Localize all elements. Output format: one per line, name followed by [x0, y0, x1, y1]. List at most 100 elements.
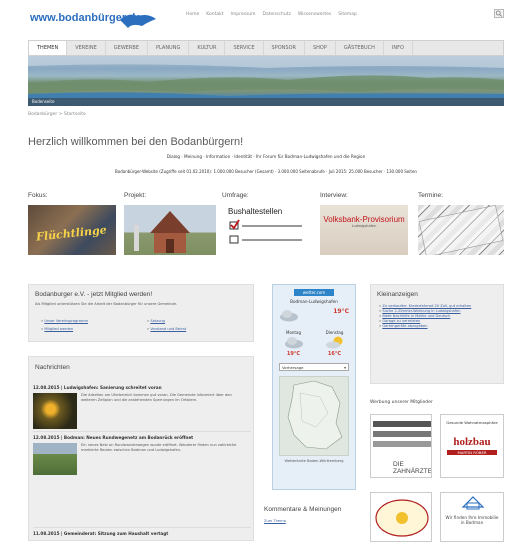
topnav-kontakt[interactable]: Kontakt [206, 12, 223, 17]
news-item-head[interactable]: 11.08.2015 | Gemeinderat: Sitzung zum Ha… [33, 531, 251, 536]
banner-caption-bar: Bodenseite [28, 98, 504, 106]
membership-link-program-text[interactable]: Unser Vereinsprogramm [44, 319, 88, 323]
news-item-head[interactable]: 12.08.2015 | Bodman: Neues Rundwegenetz … [33, 435, 251, 440]
news-item[interactable]: 12.08.2015 | Ludwigshafen: Sanierung sch… [33, 385, 251, 429]
forecast-day-temp: 16°C [327, 351, 342, 357]
feature-umfrage[interactable]: Umfrage: Bushaltestellen [222, 192, 314, 255]
feature-projekt-image [124, 205, 216, 255]
membership-link-board-text[interactable]: Vorstand und Beirat [150, 327, 186, 331]
topnav-wissenswertes[interactable]: Wissenswertes [298, 12, 331, 17]
comments-section: Kommentare & Meinungen Zum Thema [264, 506, 360, 524]
nav-themen[interactable]: THEMEN [29, 41, 68, 55]
classified-item[interactable]: » Gartengeräte abzugeben [379, 324, 497, 329]
topnav-impressum[interactable]: Impressum [231, 12, 256, 17]
membership-link-program[interactable]: » Unser Vereinsprogramm [41, 319, 88, 324]
news-item[interactable]: 11.08.2015 | Gemeinderat: Sitzung zum Ha… [33, 531, 251, 536]
topnav-datenschutz[interactable]: Datenschutz [263, 12, 291, 17]
banner-caption: Bodenseite [32, 99, 55, 104]
house-logo-icon [461, 496, 485, 510]
sponsor-ad-holzbau-sub: MARTIN RÖBER [447, 449, 497, 455]
site-logo[interactable]: www.bodanbürger.de [30, 12, 160, 34]
feature-fokus-label: Fokus: [28, 192, 48, 199]
sponsor-ad-holzbau-logo: holzbau [453, 435, 491, 448]
feature-umfrage-image: Bushaltestellen [222, 205, 314, 255]
sponsor-ad-immobilien-text: Wir finden Ihre Immobilie in Bodman [445, 515, 499, 525]
sponsor-ad-zahnaerzte[interactable]: DIE ZAHNÄRZTE [370, 414, 432, 478]
feature-termine-label: Termine: [418, 192, 443, 199]
top-navigation: Home Kontakt Impressum Datenschutz Wisse… [186, 12, 357, 17]
nav-kultur[interactable]: KULTUR [189, 41, 226, 55]
comments-first-link[interactable]: Zum Thema [264, 519, 360, 524]
topnav-home[interactable]: Home [186, 12, 199, 17]
topnav-sitemap[interactable]: Sitemap [338, 12, 357, 17]
membership-link-board[interactable]: » Vorstand und Beirat [147, 327, 186, 332]
cloud-icon [284, 337, 303, 349]
checkbox-illustration [229, 219, 302, 244]
feature-umfrage-image-text: Bushaltestellen [228, 207, 283, 216]
weather-logo[interactable]: wetter.com [294, 289, 334, 296]
calendar-icon [418, 205, 504, 255]
sun-cloud-icon [325, 336, 342, 349]
lake-logo-icon [120, 14, 156, 28]
chevron-down-icon: ▾ [344, 365, 346, 370]
feature-interview-image-text: Volksbank-Provisorium [323, 215, 405, 224]
news-item-image [33, 393, 77, 429]
stats-line: Bodanbürger-Website (Zugriffe seit 01.02… [115, 169, 417, 174]
feature-interview[interactable]: Interview: Volksbank-Provisorium Ludwigs… [320, 192, 412, 255]
nav-info[interactable]: INFO [384, 41, 413, 55]
feature-interview-image: Volksbank-Provisorium Ludwigshafen [320, 205, 408, 255]
feature-projekt[interactable]: Projekt: [124, 192, 216, 255]
weather-select[interactable]: Vorhersage ▾ [279, 363, 349, 371]
nav-planung[interactable]: PLANUNG [148, 41, 190, 55]
news-divider [33, 527, 251, 528]
search-button[interactable] [494, 9, 504, 18]
region-map-icon [287, 380, 343, 450]
news-item-body: Die Arbeiten am Uferbereich kommen gut v… [81, 393, 232, 402]
nav-service[interactable]: SERVICE [225, 41, 264, 55]
main-navigation: THEMEN VEREINE GEWERBE PLANUNG KULTUR SE… [28, 40, 504, 56]
feature-fokus-image-text: Flüchtlinge [35, 223, 108, 244]
classifieds-box: Kleinanzeigen » Zu verkaufen: Kinderfahr… [370, 284, 504, 384]
forecast-day: Montag 19°C [284, 330, 304, 357]
chapel-illustration [134, 211, 190, 253]
intro-links-line[interactable]: Dialog · Meinung · Information · Identit… [28, 154, 504, 159]
feature-fokus-image: Flüchtlinge [28, 205, 116, 255]
sponsor-ad-immobilien[interactable]: Wir finden Ihre Immobilie in Bodman [440, 492, 504, 542]
news-item-image [33, 443, 77, 475]
sponsor-ad-holzbau[interactable]: Gesunde Wohnatmosphäre holzbau MARTIN RÖ… [440, 414, 504, 478]
nav-gaestebuch[interactable]: GÄSTEBUCH [336, 41, 384, 55]
nav-gewerbe[interactable]: GEWERBE [106, 41, 148, 55]
nav-shop[interactable]: SHOP [305, 41, 336, 55]
nav-vereine[interactable]: VEREINE [67, 41, 106, 55]
feature-umfrage-label: Umfrage: [222, 192, 249, 199]
weather-map-caption: Wetterkarte Baden-Württemberg [284, 459, 344, 463]
sponsors-title: Werbung unserer Mitglieder [370, 400, 433, 405]
sponsor-ad-apotheke[interactable] [370, 492, 432, 542]
stripes-logo-icon [373, 421, 431, 447]
membership-link-statute-text[interactable]: Satzung [150, 319, 165, 323]
news-item-head[interactable]: 12.08.2015 | Ludwigshafen: Sanierung sch… [33, 385, 251, 390]
membership-link-join-text[interactable]: Mitglied werden [44, 327, 73, 331]
weather-widget: wetter.com Bodman-Ludwigshafen 19°C Mont… [272, 284, 356, 490]
membership-link-join[interactable]: » Mitglied werden [41, 327, 73, 332]
breadcrumb: Bodanbürger > Startseite [28, 112, 86, 117]
search-icon [495, 10, 503, 17]
nav-sponsor[interactable]: SPONSOR [264, 41, 305, 55]
membership-intro: Als Mitglied unterstützen Sie die Arbeit… [35, 302, 178, 306]
membership-title: Bodanburger e.V. - jetzt Mitglied werden… [35, 291, 153, 298]
membership-link-statute[interactable]: » Satzung [147, 319, 165, 324]
weather-temp-now: 19°C [333, 308, 349, 315]
news-title: Nachrichten [35, 364, 70, 371]
feature-projekt-label: Projekt: [124, 192, 147, 199]
news-box: Nachrichten 12.08.2015 | Ludwigshafen: S… [28, 356, 254, 541]
sun-seal-icon [375, 499, 429, 537]
news-item[interactable]: 12.08.2015 | Bodman: Neues Rundwegenetz … [33, 435, 251, 475]
feature-interview-label: Interview: [320, 192, 348, 199]
cloud-icon [280, 310, 298, 322]
feature-termine[interactable]: Termine: [418, 192, 504, 255]
feature-fokus[interactable]: Fokus: Flüchtlinge [28, 192, 118, 255]
news-divider [33, 431, 251, 432]
weather-map[interactable] [279, 376, 349, 456]
sponsor-ad-zahnaerzte-text: DIE ZAHNÄRZTE [393, 461, 432, 475]
classifieds-title: Kleinanzeigen [377, 291, 418, 298]
